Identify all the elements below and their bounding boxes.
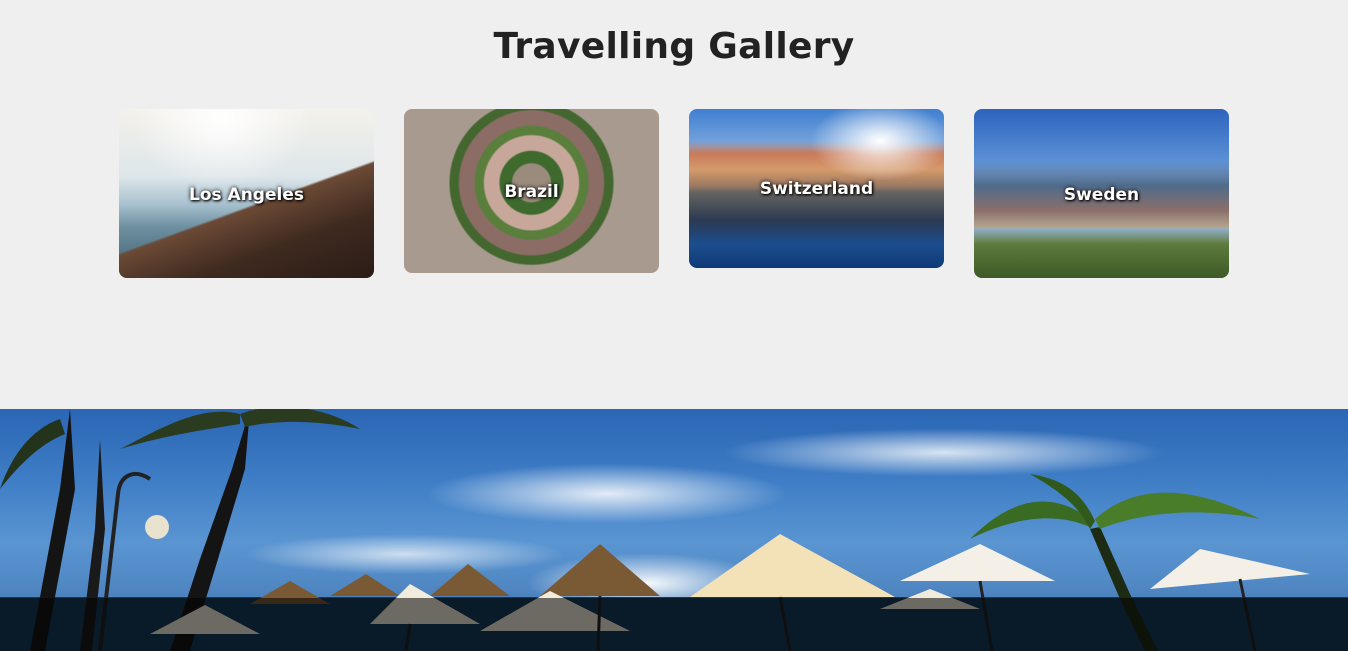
hero-overlay-band	[0, 598, 1348, 651]
gallery-card-switzerland[interactable]: Switzerland	[689, 109, 944, 268]
page-title: Travelling Gallery	[493, 26, 855, 67]
card-label: Sweden	[1063, 185, 1140, 205]
card-label: Switzerland	[759, 179, 874, 199]
hero-banner-image	[0, 409, 1348, 651]
gallery-card-los-angeles[interactable]: Los Angeles	[119, 109, 374, 278]
gallery-card-sweden[interactable]: Sweden	[974, 109, 1229, 278]
card-label: Los Angeles	[189, 185, 304, 205]
gallery-card-brazil[interactable]: Brazil	[404, 109, 659, 273]
card-label: Brazil	[504, 182, 559, 202]
